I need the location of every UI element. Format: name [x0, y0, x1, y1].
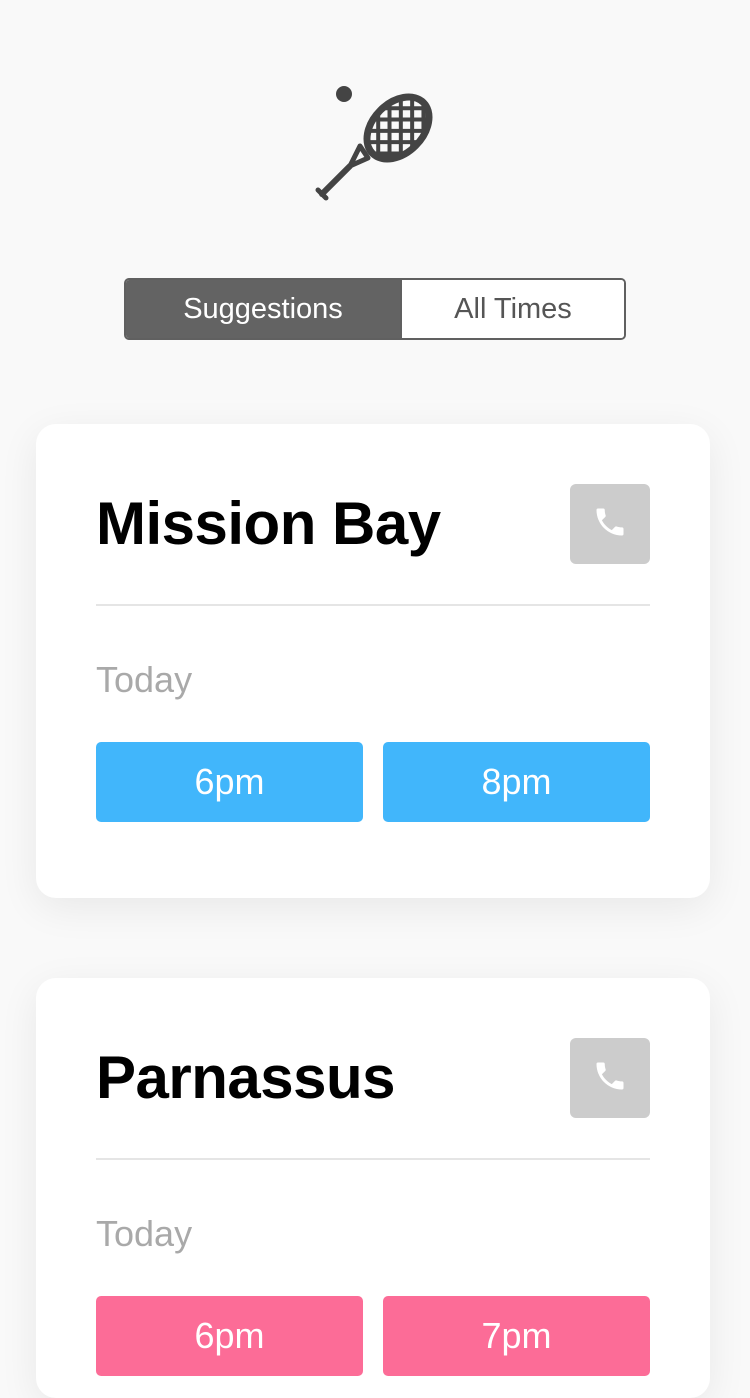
- tennis-racket-icon: [310, 80, 442, 210]
- card-divider: [96, 604, 650, 606]
- location-card-parnassus: Parnassus Today 6pm 7pm: [36, 978, 710, 1398]
- time-slots: 6pm 7pm: [96, 1296, 650, 1376]
- time-slots: 6pm 8pm: [96, 742, 650, 822]
- location-name: Mission Bay: [96, 490, 441, 557]
- phone-icon: [592, 504, 628, 545]
- phone-icon: [592, 1058, 628, 1099]
- location-name: Parnassus: [96, 1044, 396, 1111]
- time-slot-button[interactable]: 6pm: [96, 1296, 363, 1376]
- view-mode-segmented-control: Suggestions All Times: [124, 278, 626, 340]
- time-slot-button[interactable]: 8pm: [383, 742, 650, 822]
- day-label: Today: [96, 659, 193, 700]
- card-divider: [96, 1158, 650, 1160]
- time-slot-button[interactable]: 7pm: [383, 1296, 650, 1376]
- call-button[interactable]: [570, 1038, 650, 1118]
- location-card-mission-bay: Mission Bay Today 6pm 8pm: [36, 424, 710, 898]
- time-slot-button[interactable]: 6pm: [96, 742, 363, 822]
- day-label: Today: [96, 1213, 193, 1254]
- segment-all-times[interactable]: All Times: [400, 280, 624, 338]
- call-button[interactable]: [570, 484, 650, 564]
- segment-suggestions[interactable]: Suggestions: [126, 280, 400, 338]
